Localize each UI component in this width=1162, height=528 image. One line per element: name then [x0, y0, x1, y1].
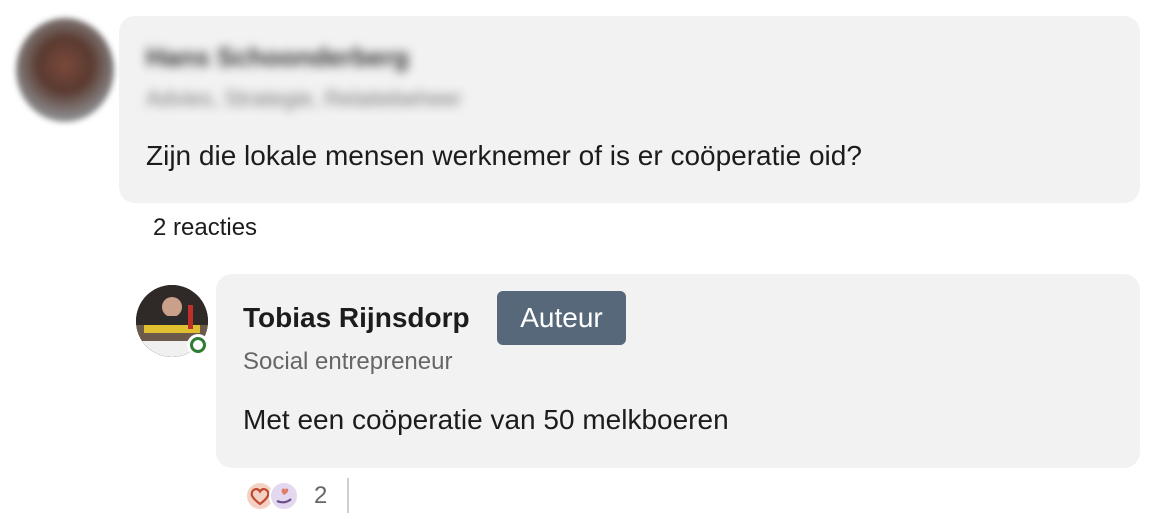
comment-thread: Hans Schoonderberg Advies, Strategie, Re… — [0, 0, 1162, 528]
commenter-avatar[interactable] — [16, 18, 114, 122]
commenter-subtitle: Advies, Strategie, Relatiebeheer — [146, 86, 462, 111]
reply-author-subtitle: Social entrepreneur — [243, 348, 453, 375]
support-reaction-icon — [269, 481, 299, 511]
reply-author-name[interactable]: Tobias Rijnsdorp — [243, 302, 470, 334]
online-status-icon — [187, 334, 209, 356]
author-badge: Auteur — [497, 291, 626, 345]
reply-text: Met een coöperatie van 50 melkboeren — [243, 404, 729, 435]
commenter-name[interactable]: Hans Schoonderberg — [146, 42, 409, 72]
reactions-count[interactable]: 2 — [314, 482, 327, 510]
divider — [347, 478, 349, 513]
replies-count-link[interactable]: 2 reacties — [153, 214, 257, 242]
reactions-summary[interactable] — [244, 479, 304, 513]
comment-text: Zijn die lokale mensen werknemer of is e… — [146, 140, 862, 171]
